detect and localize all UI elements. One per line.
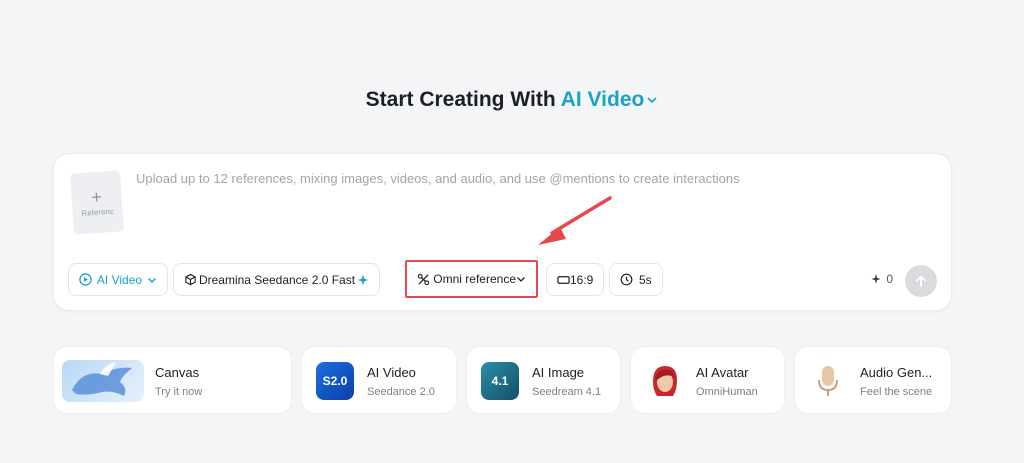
ai-image-badge: 4.1 <box>491 374 509 388</box>
canvas-thumbnail <box>62 360 144 402</box>
feature-cards: Canvas Try it now S2.0 AI Video Seedance… <box>53 346 953 414</box>
duration-select[interactable]: 5s <box>609 263 663 296</box>
card-subtitle: Feel the scene <box>860 386 933 398</box>
reference-mode-select[interactable]: Omni reference <box>405 260 538 298</box>
duration-label: 5s <box>639 272 652 287</box>
feature-card-audio-gen[interactable]: Audio Gen... Feel the scene <box>794 346 952 414</box>
card-subtitle: OmniHuman <box>696 386 758 398</box>
prompt-composer: + Referenc Upload up to 12 references, m… <box>53 153 952 311</box>
prompt-input[interactable]: Upload up to 12 references, mixing image… <box>136 171 740 186</box>
mode-switcher-label: AI Video <box>560 88 645 111</box>
audio-thumbnail <box>809 362 847 400</box>
microphone-icon <box>818 366 838 396</box>
headline-prefix: Start Creating With <box>365 88 556 111</box>
ai-image-thumbnail: 4.1 <box>481 362 519 400</box>
sparkle-icon <box>871 274 881 284</box>
page-headline: Start Creating With AI Video <box>0 88 1024 112</box>
mode-select[interactable]: AI Video <box>68 263 168 296</box>
aspect-ratio-label: 16:9 <box>570 272 594 287</box>
feature-card-ai-video[interactable]: S2.0 AI Video Seedance 2.0 <box>301 346 457 414</box>
card-title: Canvas <box>155 365 200 380</box>
credits-indicator: 0 <box>871 272 893 286</box>
ai-video-thumbnail: S2.0 <box>316 362 354 400</box>
chevron-down-icon <box>647 97 657 104</box>
plus-icon: + <box>90 186 103 208</box>
model-select[interactable]: Dreamina Seedance 2.0 Fast <box>173 263 380 296</box>
aspect-ratio-select[interactable]: 16:9 <box>546 263 604 296</box>
feature-card-ai-image[interactable]: 4.1 AI Image Seedream 4.1 <box>466 346 621 414</box>
model-select-label: Dreamina Seedance 2.0 Fast <box>198 272 356 287</box>
mode-switcher[interactable]: AI Video <box>561 88 659 111</box>
pegasus-icon <box>72 362 132 396</box>
feature-card-ai-avatar[interactable]: AI Avatar OmniHuman <box>630 346 785 414</box>
generate-button[interactable] <box>905 265 937 297</box>
card-title: AI Avatar <box>696 365 749 380</box>
card-title: Audio Gen... <box>860 365 933 380</box>
aspect-ratio-icon <box>557 275 570 284</box>
omni-reference-icon <box>417 273 430 285</box>
credits-count: 0 <box>886 272 893 286</box>
mode-select-label: AI Video <box>96 272 143 287</box>
chevron-down-icon <box>517 277 525 282</box>
card-subtitle: Seedance 2.0 <box>367 386 435 398</box>
add-reference-label: Referenc <box>81 206 115 219</box>
reference-mode-label: Omni reference <box>433 272 516 286</box>
avatar-thumbnail <box>645 362 683 400</box>
card-subtitle: Try it now <box>155 386 203 398</box>
card-title: AI Video <box>367 365 416 380</box>
feature-card-canvas[interactable]: Canvas Try it now <box>53 346 292 414</box>
cube-icon <box>185 273 196 286</box>
avatar-icon <box>653 366 677 396</box>
arrow-up-icon <box>916 275 926 287</box>
card-title: AI Image <box>532 365 585 380</box>
card-subtitle: Seedream 4.1 <box>532 386 602 398</box>
video-mode-icon <box>79 273 92 286</box>
chevron-down-icon <box>148 277 156 283</box>
add-reference-button[interactable]: + Referenc <box>69 170 125 235</box>
annotation-arrow <box>538 196 612 245</box>
clock-icon <box>620 273 633 286</box>
ai-video-badge: S2.0 <box>322 374 348 388</box>
sparkle-icon <box>357 274 369 285</box>
